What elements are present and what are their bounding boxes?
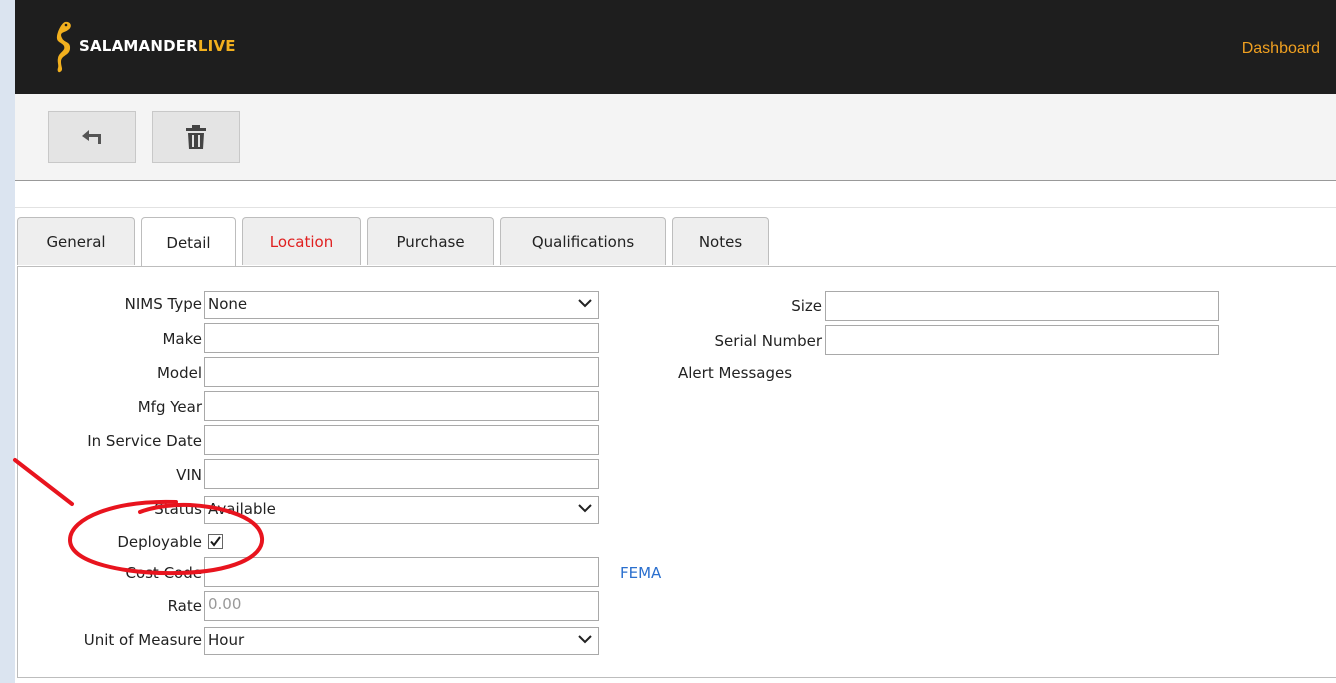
chevron-down-icon	[578, 299, 592, 308]
deployable-label: Deployable	[117, 533, 202, 551]
model-label: Model	[156, 364, 202, 382]
chevron-down-icon	[578, 504, 592, 513]
logo-text-live: LIVE	[197, 37, 236, 55]
status-select[interactable]: Available	[204, 496, 599, 524]
unit-of-measure-label: Unit of Measure	[83, 631, 202, 649]
size-field[interactable]	[825, 291, 1219, 321]
status-label: Status	[154, 500, 202, 518]
dashboard-link[interactable]: Dashboard	[1242, 40, 1320, 58]
in-service-date-field[interactable]	[204, 425, 599, 455]
status-value: Available	[208, 500, 276, 518]
nims-type-value: None	[208, 295, 248, 313]
back-arrow-icon	[82, 130, 101, 144]
vin-label: VIN	[176, 466, 202, 484]
mfg-year-label: Mfg Year	[137, 398, 202, 416]
tab-qualifications[interactable]: Qualifications	[500, 217, 666, 265]
tab-general[interactable]: General	[17, 217, 135, 265]
unit-of-measure-select[interactable]: Hour	[204, 627, 599, 655]
fema-link[interactable]: FEMA	[620, 564, 661, 582]
app-logo[interactable]: SALAMANDERLIVE	[49, 18, 236, 74]
salamander-logo-icon	[56, 21, 71, 73]
rate-label: Rate	[167, 597, 202, 615]
app-header: SALAMANDERLIVE Dashboard	[15, 0, 1336, 94]
back-button[interactable]	[48, 111, 136, 163]
logo-wordmark: SALAMANDERLIVE	[79, 37, 236, 55]
left-rail	[0, 0, 15, 683]
tab-detail[interactable]: Detail	[141, 217, 236, 267]
cost-code-field[interactable]	[204, 557, 599, 587]
checkmark-icon	[210, 536, 221, 547]
action-toolbar	[15, 94, 1336, 181]
make-field[interactable]	[204, 323, 599, 353]
section-divider	[15, 207, 1336, 208]
chevron-down-icon	[578, 635, 592, 644]
in-service-date-label: In Service Date	[87, 432, 202, 450]
tab-notes[interactable]: Notes	[672, 217, 769, 265]
serial-number-field[interactable]	[825, 325, 1219, 355]
rate-field[interactable]: 0.00	[204, 591, 599, 621]
alert-messages-label: Alert Messages	[678, 364, 793, 382]
mfg-year-field[interactable]	[204, 391, 599, 421]
trash-icon	[186, 125, 206, 149]
size-label: Size	[791, 297, 822, 315]
make-label: Make	[162, 330, 202, 348]
nims-type-label: NIMS Type	[124, 295, 202, 313]
tab-purchase[interactable]: Purchase	[367, 217, 494, 265]
model-field[interactable]	[204, 357, 599, 387]
delete-button[interactable]	[152, 111, 240, 163]
vin-field[interactable]	[204, 459, 599, 489]
deployable-checkbox[interactable]	[208, 534, 223, 549]
unit-of-measure-value: Hour	[208, 631, 245, 649]
tab-location[interactable]: Location	[242, 217, 361, 265]
serial-number-label: Serial Number	[714, 332, 822, 350]
nims-type-select[interactable]: None	[204, 291, 599, 319]
cost-code-label: Cost Code	[125, 564, 202, 582]
logo-text-salamander: SALAMANDER	[79, 37, 198, 55]
